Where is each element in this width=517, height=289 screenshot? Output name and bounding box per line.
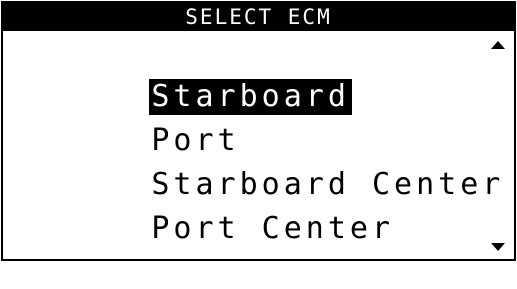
ecm-select-screen: SELECT ECM Starboard Port Starboard Cent…: [1, 1, 516, 261]
menu-item-label: Starboard: [149, 79, 352, 115]
menu-item-label: Port Center: [151, 211, 395, 246]
menu-item-label: Starboard Center: [151, 167, 505, 202]
scroll-down-icon[interactable]: [491, 243, 505, 251]
ecm-menu-list: Starboard Port Starboard Center Port Cen…: [3, 37, 500, 246]
menu-item-starboard[interactable]: Starboard: [3, 37, 483, 115]
screen-title: SELECT ECM: [3, 3, 514, 31]
scroll-up-icon[interactable]: [491, 41, 505, 49]
menu-item-label: Port: [151, 123, 240, 158]
